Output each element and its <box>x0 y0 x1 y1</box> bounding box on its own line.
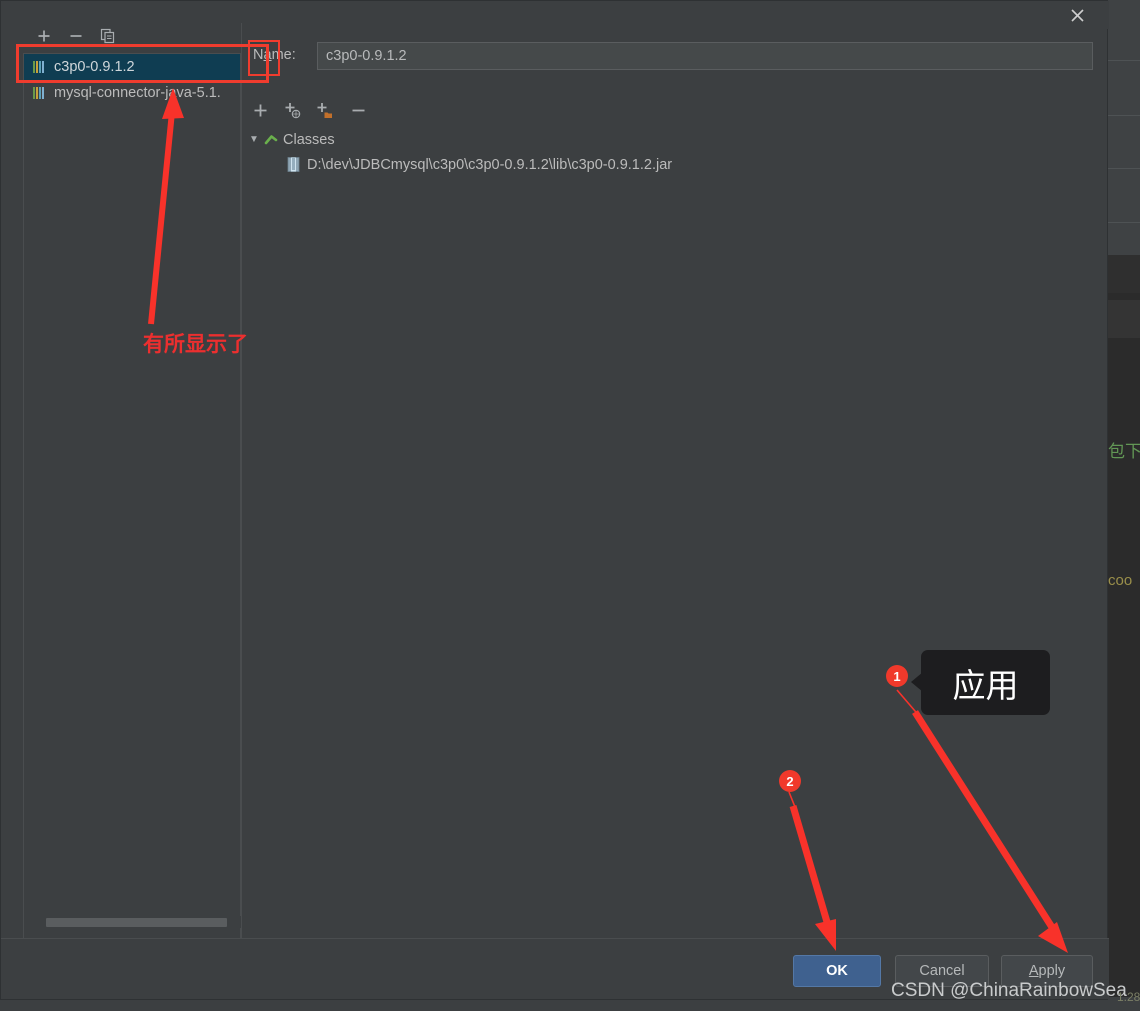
list-item-label: mysql-connector-java-5.1. <box>54 85 221 101</box>
watermark-fragment: 1.28 <box>1117 990 1140 1004</box>
close-icon[interactable] <box>1061 1 1093 29</box>
ide-code-fragment-green: 包下 <box>1108 442 1140 461</box>
remove-root-button[interactable] <box>345 97 371 123</box>
add-folder-root-icon[interactable] <box>311 97 337 123</box>
ok-button[interactable]: OK <box>793 955 881 987</box>
chevron-down-icon[interactable]: ▼ <box>245 134 263 145</box>
classes-root-icon <box>263 132 283 148</box>
ide-right-panel-row <box>1108 115 1140 116</box>
watermark: CSDN @ChinaRainbowSea <box>891 980 1127 1001</box>
tree-row-jar[interactable]: D:\dev\JDBCmysql\c3p0\c3p0-0.9.1.2\lib\c… <box>245 152 1105 177</box>
list-item[interactable]: mysql-connector-java-5.1. <box>24 80 240 106</box>
configure-library-dialog: c3p0-0.9.1.2 mysql-connector-java-5.1. N… <box>0 0 1109 1000</box>
annotation-note-cn: 有所显示了 <box>143 332 248 356</box>
roots-toolbar <box>247 97 647 123</box>
library-roots-tree[interactable]: ▼ Classes D:\dev\JDBCmysql\c3p0\c3p0-0.9… <box>245 127 1105 177</box>
annotation-red-box-name <box>248 40 280 76</box>
jar-file-icon <box>287 157 307 172</box>
add-root-button[interactable] <box>247 97 273 123</box>
library-jar-icon <box>33 87 44 99</box>
tree-row-label: D:\dev\JDBCmysql\c3p0\c3p0-0.9.1.2\lib\c… <box>307 156 673 173</box>
tree-row-classes[interactable]: ▼ Classes <box>245 127 1105 152</box>
ide-editor-line <box>1108 300 1140 338</box>
annotation-tooltip-apply: 应用 <box>921 650 1050 715</box>
ide-right-panel-row <box>1108 60 1140 61</box>
ide-right-panel-row <box>1108 168 1140 169</box>
annotation-badge-2: 2 <box>779 770 801 792</box>
library-list[interactable]: c3p0-0.9.1.2 mysql-connector-java-5.1. <box>23 53 241 941</box>
ide-editor-area <box>1108 255 1140 1011</box>
annotation-red-box-list <box>16 44 269 83</box>
name-input[interactable]: c3p0-0.9.1.2 <box>317 42 1093 70</box>
annotation-badge-1: 1 <box>886 665 908 687</box>
horizontal-scrollbar-thumb[interactable] <box>46 918 227 927</box>
ide-right-panel <box>1108 0 1140 255</box>
library-list-panel: c3p0-0.9.1.2 mysql-connector-java-5.1. <box>23 23 241 941</box>
panel-divider[interactable] <box>241 23 242 941</box>
ide-code-fragment-yellow: coo <box>1108 572 1133 589</box>
ide-editor-line <box>1108 255 1140 293</box>
tree-row-label: Classes <box>283 131 335 148</box>
add-url-root-icon[interactable] <box>279 97 305 123</box>
ide-right-panel-row <box>1108 222 1140 223</box>
